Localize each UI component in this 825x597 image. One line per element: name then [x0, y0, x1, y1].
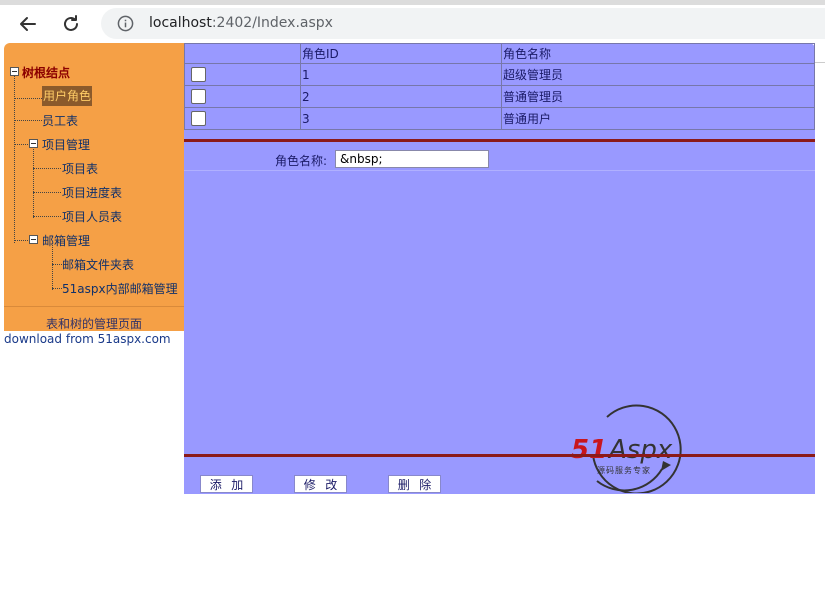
role-id-cell: 1	[300, 63, 502, 86]
role-form-row: 角色名称:	[184, 147, 815, 171]
bottom-separator	[184, 454, 815, 457]
role-name-cell: 普通管理员	[501, 85, 815, 108]
add-button[interactable]: 添 加	[200, 475, 253, 493]
tree-connector	[33, 149, 34, 218]
row-select-cell	[184, 107, 301, 130]
browser-toolbar: localhost:2402/Index.aspx	[0, 5, 825, 43]
page-content: 树根结点 用户角色 员工表 项目管理 项目表 项目进度表 项目人员表 邮箱管理 …	[4, 43, 825, 597]
role-name-input[interactable]	[335, 150, 489, 168]
row-checkbox[interactable]	[191, 67, 206, 82]
tree-connector	[33, 168, 61, 169]
tree-connector	[52, 264, 62, 265]
watermark-logo: 51 Aspx 源码服务专家	[567, 401, 697, 495]
table-row: 2 普通管理员	[184, 85, 815, 108]
row-checkbox[interactable]	[191, 89, 206, 104]
tree-item-internal-mail[interactable]: 51aspx内部邮箱管理	[62, 281, 178, 297]
url-path: :2402/Index.aspx	[211, 15, 333, 31]
role-name-cell: 普通用户	[501, 107, 815, 130]
collapse-root-icon[interactable]	[10, 67, 19, 76]
delete-button[interactable]: 删 除	[388, 475, 441, 493]
url-text: localhost:2402/Index.aspx	[149, 15, 333, 31]
logo-51: 51	[571, 435, 608, 465]
edit-button-char-1: 修	[303, 477, 316, 492]
tree-connector	[52, 245, 53, 290]
logo-aspx: Aspx	[609, 435, 673, 465]
download-link[interactable]: download from 51aspx.com	[4, 332, 171, 346]
tree-item-project-staff[interactable]: 项目人员表	[62, 209, 122, 225]
back-button[interactable]	[15, 11, 41, 37]
roles-table: 角色ID 角色名称 1 超级管理员 2 普通管理员 3 普通用户	[184, 43, 815, 130]
tree-connector	[14, 120, 42, 121]
tree-item-project-table[interactable]: 项目表	[62, 161, 98, 177]
tree-panel: 树根结点 用户角色 员工表 项目管理 项目表 项目进度表 项目人员表 邮箱管理 …	[4, 43, 184, 331]
tree-connector	[14, 75, 15, 243]
row-select-cell	[184, 63, 301, 86]
address-bar[interactable]: localhost:2402/Index.aspx	[101, 8, 825, 39]
delete-button-char-1: 删	[397, 477, 410, 492]
table-row: 3 普通用户	[184, 107, 815, 130]
edit-button[interactable]: 修 改	[294, 475, 347, 493]
reload-button[interactable]	[58, 11, 84, 37]
add-button-char-2: 加	[231, 477, 244, 492]
tree-item-employee-table[interactable]: 员工表	[42, 113, 78, 129]
collapse-project-icon[interactable]	[29, 139, 38, 148]
logo-tagline: 源码服务专家	[597, 466, 651, 475]
reload-icon	[64, 15, 78, 31]
tree-connector	[33, 216, 61, 217]
role-id-cell: 3	[300, 107, 502, 130]
collapse-mail-icon[interactable]	[29, 235, 38, 244]
row-select-cell	[184, 85, 301, 108]
table-header-row: 角色ID 角色名称	[184, 43, 815, 64]
tree-item-mail-folder[interactable]: 邮箱文件夹表	[62, 257, 134, 273]
site-info-icon[interactable]	[117, 15, 134, 32]
role-id-cell: 2	[300, 85, 502, 108]
row-checkbox[interactable]	[191, 111, 206, 126]
role-name-label: 角色名称:	[275, 154, 328, 168]
column-header-role-name: 角色名称	[501, 43, 815, 64]
delete-button-char-2: 除	[419, 477, 432, 492]
edit-button-char-2: 改	[325, 477, 338, 492]
role-name-cell: 超级管理员	[501, 63, 815, 86]
tree-footer: 表和树的管理页面	[4, 306, 184, 332]
url-host: localhost	[149, 15, 212, 31]
tree-root[interactable]: 树根结点	[22, 65, 70, 81]
table-row: 1 超级管理员	[184, 63, 815, 86]
tree-footer-text: 表和树的管理页面	[45, 317, 142, 331]
tree-connector	[14, 98, 42, 99]
column-header-select	[184, 43, 301, 64]
top-separator	[184, 139, 815, 142]
add-button-char-1: 添	[209, 477, 222, 492]
tree-connector	[33, 192, 61, 193]
main-panel: 角色ID 角色名称 1 超级管理员 2 普通管理员 3 普通用户 角色名称: &…	[184, 43, 815, 495]
back-arrow-icon	[20, 17, 36, 31]
column-header-role-id: 角色ID	[300, 43, 502, 64]
tree-item-mail-mgmt[interactable]: 邮箱管理	[42, 233, 90, 249]
tree-item-project-progress[interactable]: 项目进度表	[62, 185, 122, 201]
tree-connector	[52, 288, 62, 289]
tree-item-user-roles[interactable]: 用户角色	[42, 86, 93, 106]
tree-item-project-mgmt[interactable]: 项目管理	[42, 137, 90, 153]
